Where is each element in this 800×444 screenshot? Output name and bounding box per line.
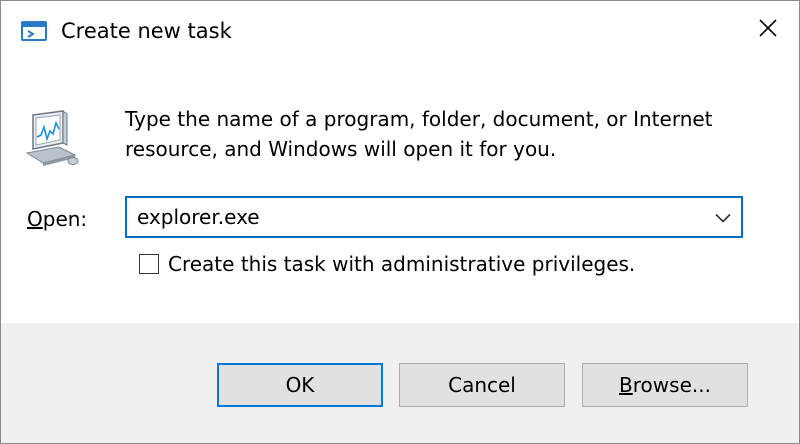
open-label-rest: pen: [42,207,88,231]
dialog-description: Type the name of a program, folder, docu… [125,107,713,161]
close-button[interactable] [737,1,799,59]
dialog-content [1,63,799,323]
chevron-down-icon [715,208,731,227]
create-new-task-dialog: Create new task Type the name of a progr… [0,0,800,444]
admin-privileges-label: Create this task with administrative pri… [168,252,636,276]
browse-accelerator: B [619,373,633,397]
task-manager-monitor-icon [25,109,83,169]
admin-privileges-checkbox[interactable] [139,254,159,274]
browse-label-rest: rowse... [632,373,711,397]
window-title: Create new task [61,19,232,43]
open-dropdown-button[interactable] [709,202,737,232]
open-label-accelerator: O [27,207,43,231]
close-icon [759,19,777,41]
browse-button[interactable]: Browse... [582,363,748,407]
open-combobox[interactable]: explorer.exe [125,196,743,238]
open-label: Open: [27,205,87,233]
cancel-button[interactable]: Cancel [399,363,565,407]
admin-privileges-option[interactable]: Create this task with administrative pri… [139,250,635,278]
open-input[interactable]: explorer.exe [137,203,260,231]
ok-button[interactable]: OK [217,363,383,407]
title-bar[interactable]: Create new task [1,1,799,63]
run-dialog-icon [21,19,47,43]
